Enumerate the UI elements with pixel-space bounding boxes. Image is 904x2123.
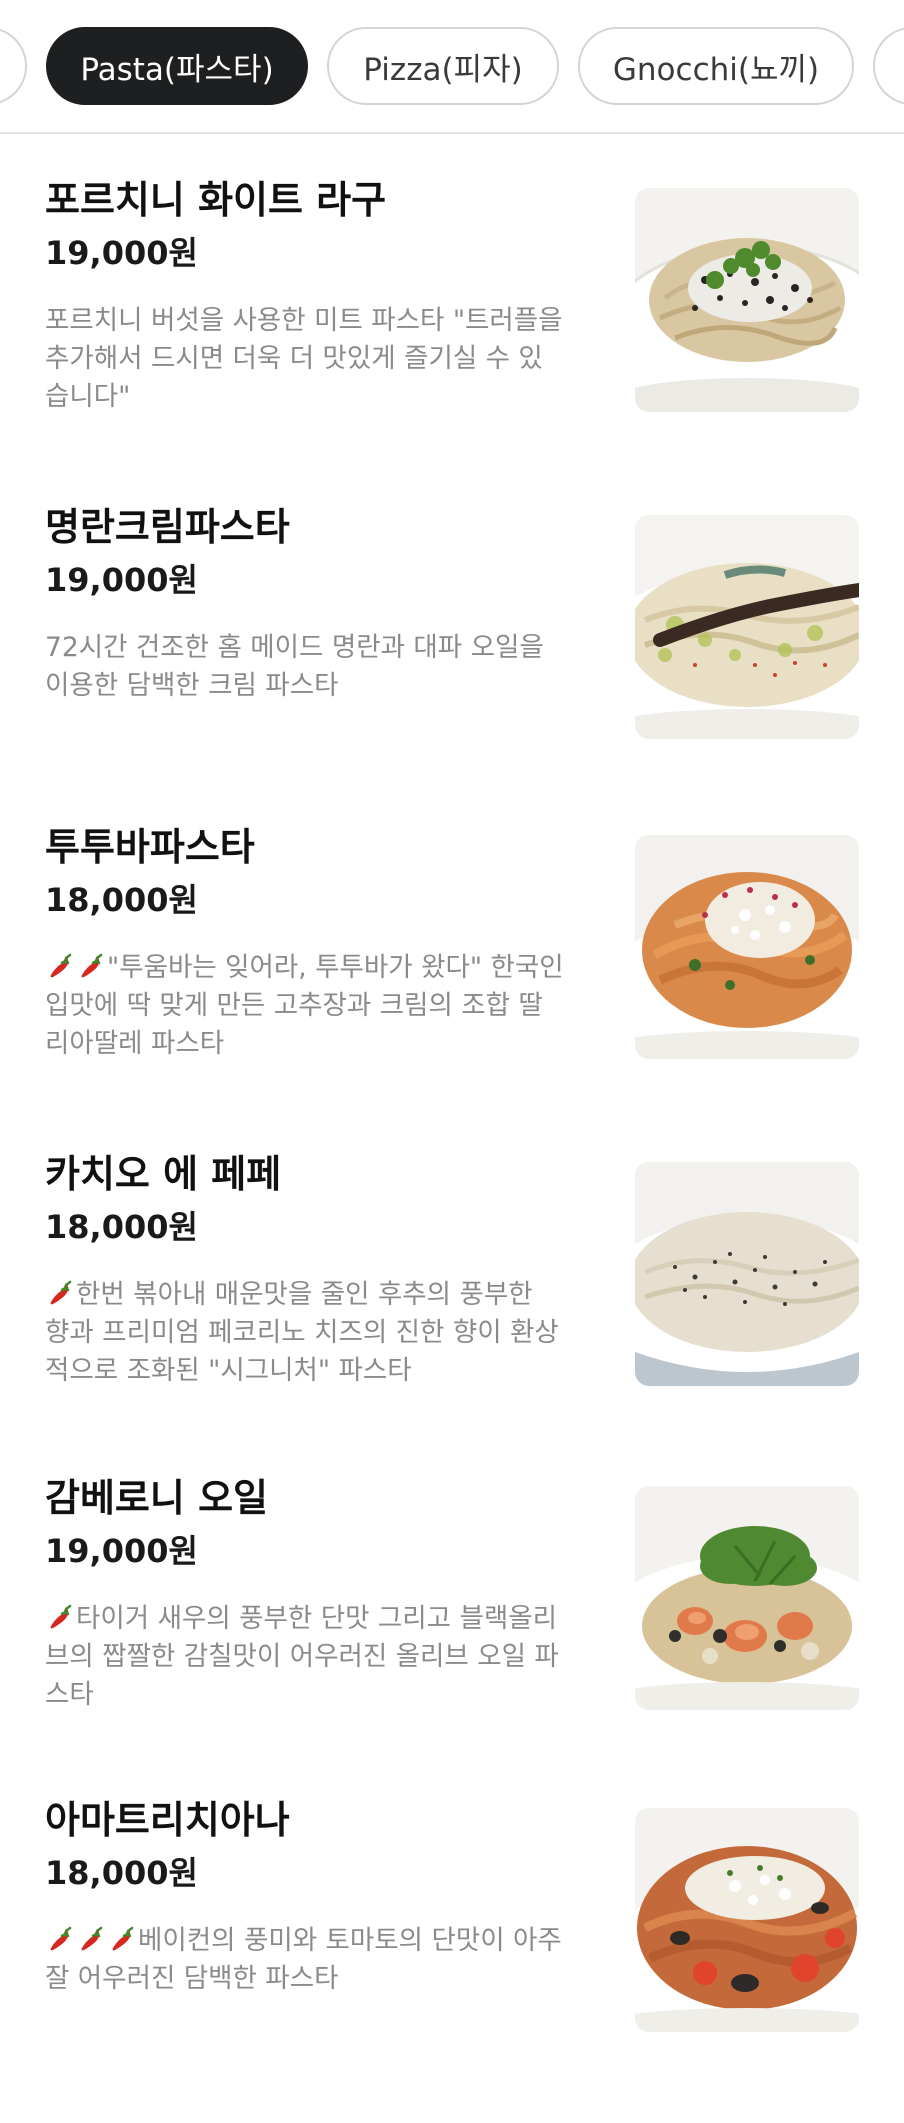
menu-item-description-text: 72시간 건조한 홈 메이드 명란과 대파 오일을 이용한 담백한 크림 파스타 (45, 632, 544, 701)
menu-item-price: 18,000원 (45, 1208, 198, 1246)
chili-pepper-icon (76, 1924, 106, 1954)
menu-item-porcini-white-ragu[interactable]: 포르치니 화이트 라구 19,000원 포르치니 버섯을 사용한 미트 파스타 … (0, 134, 904, 434)
menu-item-price: 19,000원 (45, 561, 198, 599)
menu-item-name: 명란크림파스타 (45, 505, 290, 549)
menu-item-description: 한번 볶아내 매운맛을 줄인 후추의 풍부한 향과 프리미엄 페코리노 치즈의 … (45, 1276, 565, 1390)
menu-item-tutuba-pasta[interactable]: 투투바파스타 18,000원 "투움바는 잊어라, 투투바가 왔다" 한국인 입… (0, 781, 904, 1081)
amatriciana-photo (635, 1808, 859, 2032)
chili-pepper-icon (45, 1924, 75, 1954)
category-chip-previous[interactable] (0, 27, 27, 105)
menu-item-description: 72시간 건조한 홈 메이드 명란과 대파 오일을 이용한 담백한 크림 파스타 (45, 629, 565, 705)
menu-item-myeongran-cream-pasta[interactable]: 명란크림파스타 19,000원 72시간 건조한 홈 메이드 명란과 대파 오일… (0, 461, 904, 761)
menu-item-description: 타이거 새우의 풍부한 단맛 그리고 블랙올리브의 짭짤한 감칠맛이 어우러진 … (45, 1600, 565, 1714)
menu-item-description-text: 타이거 새우의 풍부한 단맛 그리고 블랙올리브의 짭짤한 감칠맛이 어우러진 … (45, 1603, 559, 1710)
gamberoni-oil-photo (635, 1486, 859, 1710)
chili-pepper-icon (76, 951, 106, 981)
chili-pepper-icon (45, 951, 75, 981)
menu-item-price: 18,000원 (45, 881, 198, 919)
menu-item-photo[interactable] (635, 835, 859, 1059)
spice-level-indicator (45, 952, 107, 983)
category-chip-pasta[interactable]: Pasta(파스타) (46, 27, 308, 105)
chili-pepper-icon (107, 1924, 137, 1954)
menu-item-name: 카치오 에 페페 (45, 1152, 282, 1196)
menu-item-description: "투움바는 잊어라, 투투바가 왔다" 한국인 입맛에 딱 맞게 만든 고추장과… (45, 949, 565, 1063)
category-chip-next[interactable] (873, 27, 904, 105)
menu-item-description-text: 한번 볶아내 매운맛을 줄인 후추의 풍부한 향과 프리미엄 페코리노 치즈의 … (45, 1279, 559, 1386)
menu-item-description: 포르치니 버섯을 사용한 미트 파스타 "트러플을 추가해서 드시면 더욱 더 … (45, 302, 565, 416)
menu-item-photo[interactable] (635, 1486, 859, 1710)
menu-item-photo[interactable] (635, 515, 859, 739)
tutuba-pasta-photo (635, 835, 859, 1059)
menu-item-price: 19,000원 (45, 234, 198, 272)
menu-item-cacio-e-pepe[interactable]: 카치오 에 페페 18,000원 한번 볶아내 매운맛을 줄인 후추의 풍부한 … (0, 1108, 904, 1408)
menu-item-name: 포르치니 화이트 라구 (45, 178, 387, 222)
menu-item-name: 아마트리치아나 (45, 1798, 290, 1842)
menu-item-description-text: "투움바는 잊어라, 투투바가 왔다" 한국인 입맛에 딱 맞게 만든 고추장과… (45, 952, 564, 1059)
menu-item-name: 투투바파스타 (45, 825, 255, 869)
spice-level-indicator (45, 1279, 76, 1310)
menu-item-amatriciana[interactable]: 아마트리치아나 18,000원 베이컨의 풍미와 토마토의 단맛이 아주 잘 어… (0, 1754, 904, 2054)
menu-item-price: 19,000원 (45, 1532, 198, 1570)
porcini-white-ragu-photo (635, 188, 859, 412)
menu-item-name: 감베로니 오일 (45, 1476, 268, 1520)
category-chip-gnocchi[interactable]: Gnocchi(뇨끼) (578, 27, 854, 105)
myeongran-cream-pasta-photo (635, 515, 859, 739)
menu-item-gamberoni-oil[interactable]: 감베로니 오일 19,000원 타이거 새우의 풍부한 단맛 그리고 블랙올리브… (0, 1432, 904, 1732)
menu-item-photo[interactable] (635, 1162, 859, 1386)
menu-item-photo[interactable] (635, 188, 859, 412)
spice-level-indicator (45, 1925, 138, 1956)
chili-pepper-icon (45, 1278, 75, 1308)
menu-item-price: 18,000원 (45, 1854, 198, 1892)
menu-item-photo[interactable] (635, 1808, 859, 2032)
chili-pepper-icon (45, 1602, 75, 1632)
category-tab-bar: Pasta(파스타) Pizza(피자) Gnocchi(뇨끼) (0, 0, 904, 134)
menu-item-description: 베이컨의 풍미와 토마토의 단맛이 아주 잘 어우러진 담백한 파스타 (45, 1922, 565, 1998)
menu-item-description-text: 포르치니 버섯을 사용한 미트 파스타 "트러플을 추가해서 드시면 더욱 더 … (45, 305, 563, 412)
spice-level-indicator (45, 1603, 76, 1634)
cacio-e-pepe-photo (635, 1162, 859, 1386)
category-chip-pizza[interactable]: Pizza(피자) (327, 27, 559, 105)
